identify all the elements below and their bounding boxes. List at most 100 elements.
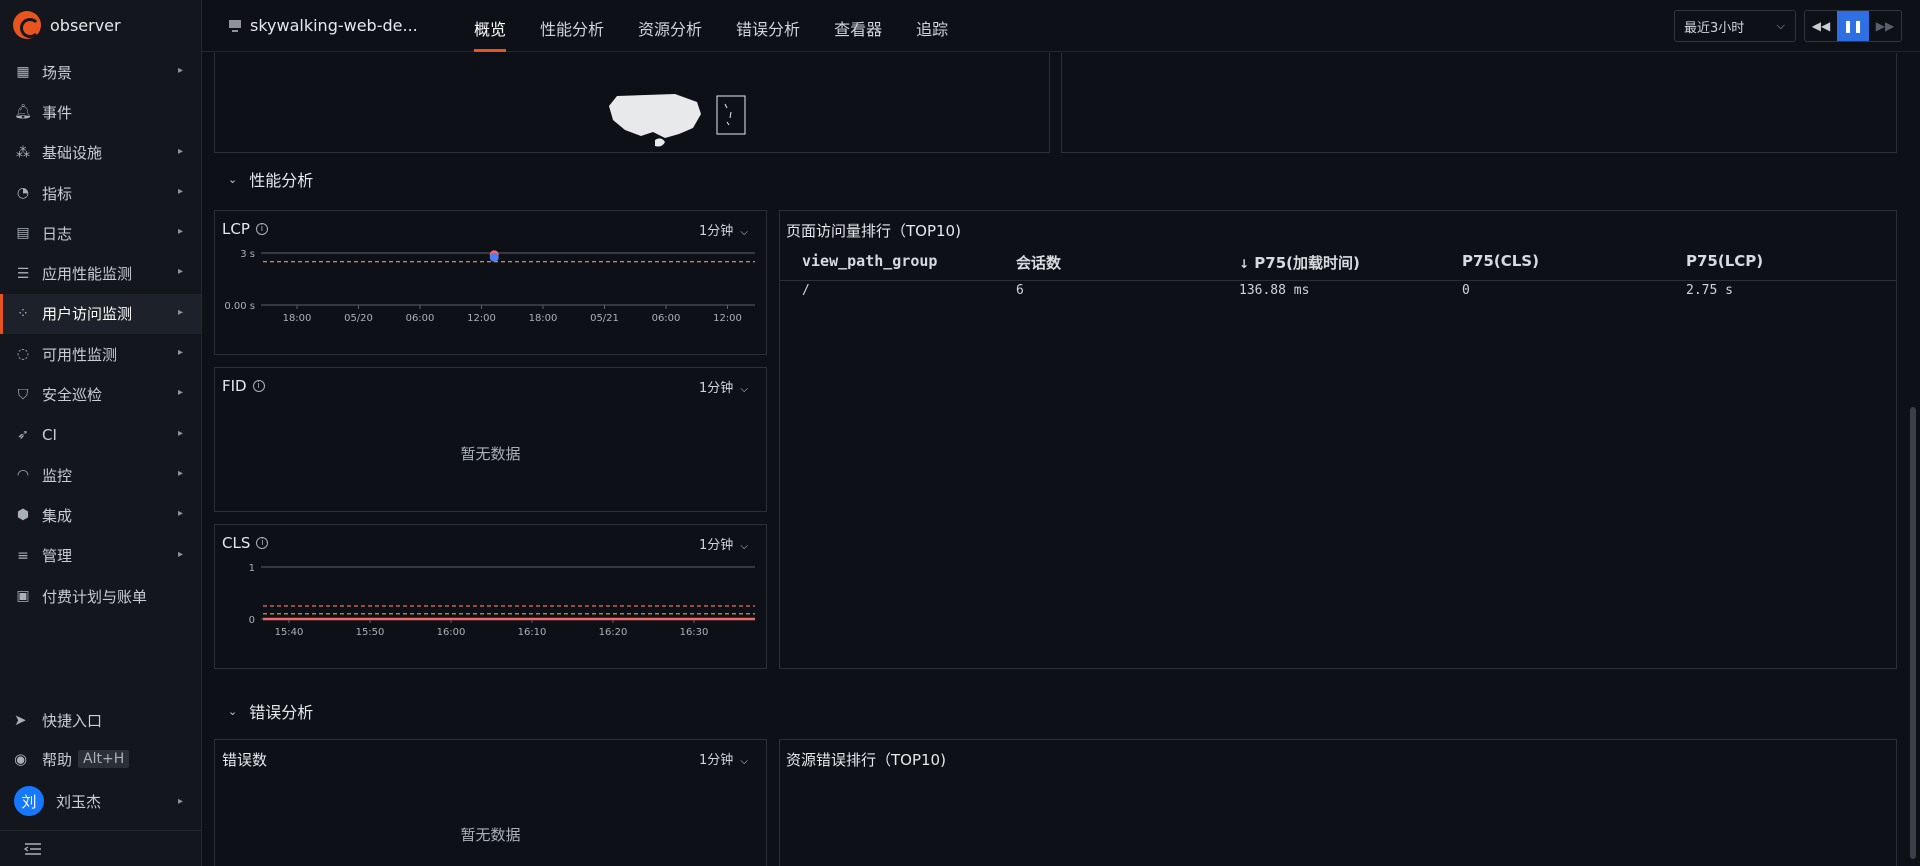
column-header[interactable]: P75(CLS) bbox=[1462, 252, 1539, 270]
top-bar: skywalking-web-de... 概览 性能分析 资源分析 错误分析 查看器 追踪… bbox=[202, 0, 1920, 52]
info-icon[interactable]: i bbox=[256, 537, 269, 549]
sidebar-item-11[interactable]: ⬢ 集成 ▸ bbox=[0, 495, 201, 535]
sidebar-item-9[interactable]: ➶ CI ▸ bbox=[0, 415, 201, 455]
user-menu[interactable]: 刘 刘玉杰 ▸ bbox=[0, 782, 201, 820]
app-name: observer bbox=[50, 15, 121, 35]
gauge-icon: ◔ bbox=[16, 185, 30, 202]
sidebar-item-7[interactable]: ◌ 可用性监测 ▸ bbox=[0, 334, 201, 374]
tab-5[interactable]: 追踪 bbox=[916, 0, 948, 52]
column-header[interactable]: P75(LCP) bbox=[1686, 252, 1763, 270]
calendar-icon: ▤ bbox=[16, 225, 30, 242]
tab-0[interactable]: 概览 bbox=[474, 0, 507, 52]
chevron-right-icon: ▸ bbox=[177, 226, 183, 238]
time-range-select[interactable]: 最近3小时 ⌵ bbox=[1674, 10, 1796, 42]
tab-4[interactable]: 查看器 bbox=[834, 0, 882, 52]
forward-button[interactable]: ▶▶ bbox=[1869, 11, 1901, 41]
sidebar-item-label: 应用性能监测 bbox=[42, 265, 133, 284]
sidebar-item-5[interactable]: ☰ 应用性能监测 ▸ bbox=[0, 253, 201, 293]
chevron-right-icon: ▸ bbox=[177, 185, 183, 197]
panel-title: LCP i bbox=[222, 220, 268, 238]
x-tick-label: 15:40 bbox=[275, 627, 304, 638]
app-logo[interactable]: observer bbox=[13, 11, 121, 39]
pause-button[interactable]: ❚❚ bbox=[1837, 11, 1869, 41]
x-tick-label: 16:10 bbox=[518, 627, 547, 638]
interval-select[interactable]: 1分钟 ⌵ bbox=[699, 749, 748, 768]
sidebar-item-3[interactable]: ◔ 指标 ▸ bbox=[0, 173, 201, 213]
interval-select[interactable]: 1分钟 ⌵ bbox=[699, 220, 748, 239]
app-selector[interactable]: skywalking-web-de... bbox=[228, 16, 418, 35]
help-shortcut: Alt+H bbox=[78, 750, 130, 768]
pause-icon: ❚❚ bbox=[1842, 19, 1864, 33]
info-icon[interactable]: i bbox=[255, 223, 268, 235]
app-selector-label: skywalking-web-de... bbox=[250, 16, 418, 35]
interval-label: 1分钟 bbox=[698, 224, 734, 239]
performance-section-toggle[interactable]: ⌄ 性能分析 bbox=[228, 167, 313, 191]
logo-icon bbox=[13, 11, 41, 39]
tab-1[interactable]: 性能分析 bbox=[540, 0, 604, 52]
lcp-title: LCP bbox=[222, 220, 250, 238]
chevron-right-icon: ▸ bbox=[177, 145, 183, 157]
quick-entry-button[interactable]: ➤ 快捷入口 bbox=[0, 702, 201, 738]
chevron-right-icon: ▸ bbox=[177, 266, 183, 278]
help-button[interactable]: ◉ 帮助 Alt+H bbox=[0, 741, 201, 777]
sidebar-item-0[interactable]: ▦ 场景 ▸ bbox=[0, 52, 201, 92]
sidebar-item-label: 监控 bbox=[42, 466, 73, 485]
cls-title: CLS bbox=[222, 534, 251, 552]
x-tick-label: 05/21 bbox=[590, 313, 619, 324]
tab-2[interactable]: 资源分析 bbox=[638, 0, 702, 52]
satellite-icon: ◌ bbox=[16, 346, 30, 363]
sidebar-item-8[interactable]: ⛉ 安全巡检 ▸ bbox=[0, 374, 201, 414]
sort-arrow-icon: ↓ bbox=[1239, 257, 1250, 271]
chevron-right-icon: ▸ bbox=[177, 795, 183, 807]
table-row[interactable]: / 6 136.88 ms 0 2.75 s bbox=[780, 283, 1896, 313]
sidebar-item-label: 事件 bbox=[42, 103, 73, 122]
rocket-icon: ➶ bbox=[17, 426, 29, 443]
sidebar-item-2[interactable]: ⁂ 基础设施 ▸ bbox=[0, 133, 201, 173]
column-header[interactable]: 会话数 bbox=[1016, 252, 1061, 273]
sidebar-item-label: 场景 bbox=[42, 63, 73, 82]
x-tick-label: 18:00 bbox=[283, 313, 312, 324]
chevron-right-icon: ▸ bbox=[177, 467, 183, 479]
sidebar-item-label: 管理 bbox=[42, 547, 73, 566]
x-tick-label: 06:00 bbox=[652, 313, 681, 324]
user-name: 刘玉杰 bbox=[56, 792, 102, 811]
scrollbar[interactable] bbox=[1910, 407, 1916, 859]
y-tick-label: 0 bbox=[249, 615, 255, 626]
table-cell: 2.75 s bbox=[1686, 283, 1733, 298]
table-cell: / bbox=[802, 283, 810, 298]
time-range-value: 最近3小时 bbox=[1684, 20, 1745, 36]
column-header-sorted[interactable]: ↓ P75(加载时间) bbox=[1239, 252, 1360, 273]
sidebar-item-label: 安全巡检 bbox=[42, 386, 103, 405]
rum-icon: ⁘ bbox=[17, 305, 29, 322]
bell-icon: 🔔︎ bbox=[14, 104, 32, 121]
chevron-down-icon: ⌵ bbox=[740, 227, 748, 238]
chevron-right-icon: ▸ bbox=[177, 347, 183, 359]
info-icon[interactable]: i bbox=[252, 380, 265, 392]
billing-icon: ▣ bbox=[16, 588, 30, 604]
chevron-right-icon: ▸ bbox=[177, 548, 183, 560]
rewind-button[interactable]: ◀◀ bbox=[1805, 11, 1837, 41]
tab-3[interactable]: 错误分析 bbox=[736, 0, 800, 52]
sidebar-item-4[interactable]: ▤ 日志 ▸ bbox=[0, 213, 201, 253]
sidebar-item-10[interactable]: ◠ 监控 ▸ bbox=[0, 455, 201, 495]
x-tick-label: 12:00 bbox=[713, 313, 742, 324]
column-header[interactable]: view_path_group bbox=[802, 252, 937, 270]
forward-icon: ▶▶ bbox=[1875, 19, 1895, 33]
x-tick-label: 12:00 bbox=[467, 313, 496, 324]
interval-label: 1分钟 bbox=[698, 381, 734, 396]
collapse-sidebar-button[interactable] bbox=[0, 830, 201, 866]
x-tick-label: 05/20 bbox=[344, 313, 373, 324]
sidebar-item-label: CI bbox=[42, 425, 57, 444]
sidebar-item-12[interactable]: ≡ 管理 ▸ bbox=[0, 536, 201, 576]
column-header-label: P75(加载时间) bbox=[1254, 254, 1360, 272]
interval-select[interactable]: 1分钟 ⌵ bbox=[699, 534, 748, 553]
chevron-right-icon: ▸ bbox=[177, 65, 183, 76]
sidebar-item-6[interactable]: ⁘ 用户访问监测 ▸ bbox=[0, 293, 201, 335]
sidebar-item-1[interactable]: 🔔︎ 事件 bbox=[0, 92, 201, 132]
main-content: ⌄ 性能分析 LCP i 1分钟 ⌵ 3 s 0.00 s 18:00 05/20 06… bbox=[202, 53, 1920, 866]
avatar: 刘 bbox=[14, 786, 44, 816]
sidebar-item-13[interactable]: ▣ 付费计划与账单 bbox=[0, 576, 201, 616]
data-point bbox=[489, 252, 499, 262]
interval-select[interactable]: 1分钟 ⌵ bbox=[699, 377, 748, 396]
errors-section-toggle[interactable]: ⌄ 错误分析 bbox=[228, 699, 313, 723]
